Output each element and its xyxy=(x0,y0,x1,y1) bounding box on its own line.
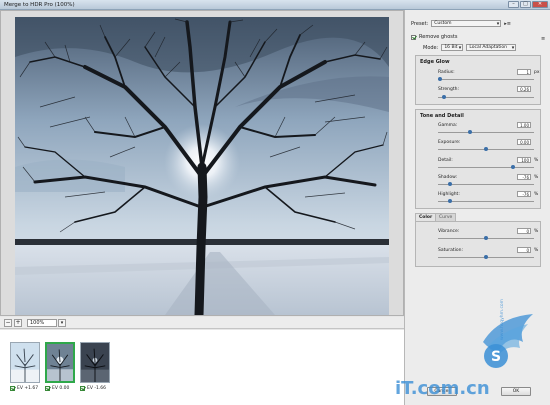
detail-input[interactable]: 100 xyxy=(517,157,531,163)
thumbnail-1-label: EV +1.67 xyxy=(10,386,38,391)
cancel-button[interactable]: Cancel xyxy=(427,387,457,396)
maximize-button[interactable]: □ xyxy=(520,1,531,8)
highlight-label: Highlight: xyxy=(438,192,460,197)
detail-unit: % xyxy=(534,158,539,163)
strength-slider[interactable] xyxy=(438,95,534,99)
highlight-slider[interactable] xyxy=(438,199,534,203)
remove-ghosts-checkbox[interactable] xyxy=(411,34,416,40)
detail-label: Detail: xyxy=(438,158,453,163)
zoom-dropdown-arrow-icon[interactable]: ▾ xyxy=(58,319,66,327)
vibrance-slider[interactable] xyxy=(438,236,534,240)
radius-input[interactable]: 1 xyxy=(517,69,531,75)
edge-glow-title: Edge Glow xyxy=(420,59,450,65)
exposure-input[interactable]: 0.00 xyxy=(517,139,531,145)
gamma-slider-knob[interactable] xyxy=(467,130,472,134)
thumbnail-1[interactable] xyxy=(10,342,40,383)
radius-slider[interactable] xyxy=(437,77,534,81)
close-button[interactable]: ✕ xyxy=(532,1,548,8)
preset-select[interactable]: Custom xyxy=(431,20,502,27)
thumbnail-3[interactable] xyxy=(80,342,110,383)
gamma-input[interactable]: 1.00 xyxy=(517,122,531,128)
vibrance-label: Vibrance: xyxy=(438,229,460,234)
preset-label: Preset: xyxy=(411,20,429,27)
preset-row: Preset: Custom ▸≡ xyxy=(411,20,511,27)
bit-depth-select[interactable]: 16 Bit xyxy=(441,44,464,51)
preview-pane: − + 100% ▾ EV +1.67 EV 0.00 EV -1.66 xyxy=(0,10,404,405)
shadow-slider-knob[interactable] xyxy=(447,182,452,186)
mode-label: Mode: xyxy=(423,44,439,51)
radius-label: Radius: xyxy=(438,70,455,75)
shadow-slider[interactable] xyxy=(438,182,534,186)
exposure-slider[interactable] xyxy=(438,147,534,151)
thumbnail-2-ev: EV 0.00 xyxy=(52,386,70,391)
thumbnail-1-ev: EV +1.67 xyxy=(17,386,39,391)
strength-input[interactable]: 0.26 xyxy=(517,86,531,92)
detail-slider-knob[interactable] xyxy=(510,165,515,169)
color-group: Vibrance: 0 % Saturation: 0 % xyxy=(415,221,541,267)
saturation-label: Saturation: xyxy=(438,248,463,253)
thumbnail-2-label: EV 0.00 xyxy=(45,386,69,391)
zoom-in-button[interactable]: + xyxy=(14,319,22,327)
preset-menu-icon[interactable]: ▸≡ xyxy=(504,21,511,27)
radius-unit: px xyxy=(534,70,540,75)
thumbnail-3-ev: EV -1.66 xyxy=(87,386,106,391)
remove-ghosts-row: Remove ghosts xyxy=(411,34,457,40)
thumbnail-2-checkbox[interactable] xyxy=(45,386,50,391)
strength-slider-knob[interactable] xyxy=(441,95,446,99)
tab-curve[interactable]: Curve xyxy=(435,213,457,221)
exposure-label: Exposure: xyxy=(438,140,461,145)
saturation-slider[interactable] xyxy=(438,255,534,259)
title-bar: Merge to HDR Pro (100%) – □ ✕ xyxy=(0,0,550,10)
window-title: Merge to HDR Pro (100%) xyxy=(4,2,75,8)
mode-row: Mode: 16 Bit Local Adaptation xyxy=(423,44,517,51)
settings-panel: Preset: Custom ▸≡ Remove ghosts Mode: 16… xyxy=(404,10,550,405)
color-curve-tabs: Color Curve xyxy=(415,213,541,221)
exposure-slider-knob[interactable] xyxy=(484,147,488,151)
strength-label: Strength: xyxy=(438,87,459,92)
thumbnail-2[interactable] xyxy=(45,342,75,383)
saturation-unit: % xyxy=(534,248,539,253)
tone-detail-title: Tone and Detail xyxy=(420,113,464,119)
minimize-button[interactable]: – xyxy=(508,1,519,8)
radius-slider-knob[interactable] xyxy=(437,77,442,81)
gamma-label: Gamma: xyxy=(438,123,458,128)
preview-canvas xyxy=(0,10,404,316)
highlight-input[interactable]: -76 xyxy=(517,191,531,197)
vibrance-slider-knob[interactable] xyxy=(484,236,488,240)
ok-button[interactable]: OK xyxy=(501,387,531,396)
highlight-slider-knob[interactable] xyxy=(447,199,452,203)
method-select[interactable]: Local Adaptation xyxy=(466,44,517,51)
tone-detail-group: Tone and Detail Gamma: 1.00 Exposure: 0.… xyxy=(415,109,541,209)
saturation-slider-knob[interactable] xyxy=(484,255,488,259)
thumbnail-3-checkbox[interactable] xyxy=(80,386,85,391)
source-thumbnails: EV +1.67 EV 0.00 EV -1.66 xyxy=(0,330,404,405)
vibrance-input[interactable]: 0 xyxy=(517,228,531,234)
saturation-input[interactable]: 0 xyxy=(517,247,531,253)
zoom-bar: − + 100% ▾ xyxy=(0,317,404,329)
thumbnail-3-label: EV -1.66 xyxy=(80,386,106,391)
gamma-slider[interactable] xyxy=(438,130,534,134)
zoom-out-button[interactable]: − xyxy=(4,319,12,327)
hdr-preview-image[interactable] xyxy=(15,17,389,315)
shadow-label: Shadow: xyxy=(438,175,458,180)
remove-ghosts-label: Remove ghosts xyxy=(419,34,458,40)
edge-glow-group: Edge Glow Radius: 1 px Strength: 0.26 xyxy=(415,55,541,105)
panel-menu-icon[interactable]: ≡ xyxy=(541,36,545,42)
zoom-level-select[interactable]: 100% xyxy=(27,319,57,327)
window-controls: – □ ✕ xyxy=(508,1,548,8)
shadow-input[interactable]: -76 xyxy=(517,174,531,180)
highlight-unit: % xyxy=(534,192,539,197)
detail-slider[interactable] xyxy=(438,165,534,169)
tab-color[interactable]: Color xyxy=(415,213,437,221)
vibrance-unit: % xyxy=(534,229,539,234)
shadow-unit: % xyxy=(534,175,539,180)
thumbnail-1-checkbox[interactable] xyxy=(10,386,15,391)
